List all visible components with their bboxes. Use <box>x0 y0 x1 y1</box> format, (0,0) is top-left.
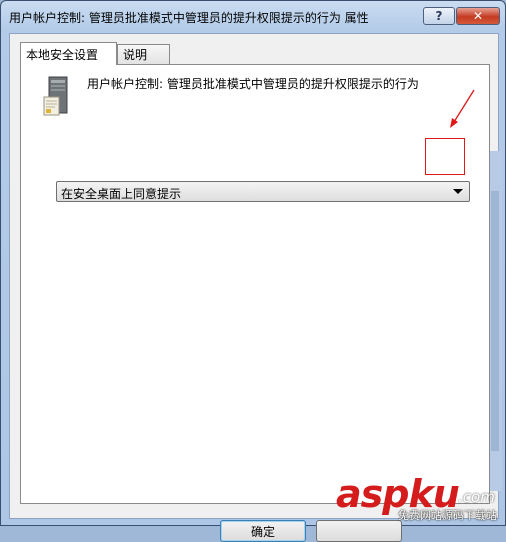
prompt-behavior-select[interactable]: 在安全桌面上同意提示 <box>56 181 470 202</box>
help-icon: ? <box>435 9 443 23</box>
tab-panel: 用户帐户控制: 管理员批准模式中管理员的提升权限提示的行为 在安全桌面上同意提示 <box>20 64 490 504</box>
watermark-com-text: .com <box>458 488 495 506</box>
dialog-client-area: 本地安全设置 说明 用户帐户控制: 管理员批准模式中管理员的提升权限提示的行为 … <box>9 33 499 542</box>
tab-label: 本地安全设置 <box>26 47 99 62</box>
tab-explain[interactable]: 说明 <box>117 44 170 64</box>
annotation-arrow-icon <box>450 89 475 128</box>
select-value: 在安全桌面上同意提示 <box>61 187 182 201</box>
ok-button-label: 确定 <box>250 524 275 539</box>
dialog-window: 用户帐户控制: 管理员批准模式中管理员的提升权限提示的行为 属性 ? ✕ 本地安… <box>0 0 506 542</box>
tab-local-security-setting[interactable]: 本地安全设置 <box>20 42 117 65</box>
help-button[interactable]: ? <box>423 7 455 25</box>
dropdown-arrow-icon[interactable] <box>453 189 463 194</box>
window-title: 用户帐户控制: 管理员批准模式中管理员的提升权限提示的行为 属性 <box>9 11 369 25</box>
ok-button[interactable]: 确定 <box>220 520 306 542</box>
watermark-sub-text: 免费网站源码下载站 <box>398 509 497 522</box>
watermark-logo: aspku .com 免费网站源码下载站 <box>336 474 506 526</box>
close-icon: ✕ <box>472 9 484 23</box>
close-button[interactable]: ✕ <box>456 7 500 25</box>
annotation-highlight-box <box>425 138 465 175</box>
policy-computer-icon <box>43 76 68 116</box>
side-edge-strip <box>488 151 502 491</box>
tab-label: 说明 <box>123 48 148 62</box>
policy-description: 用户帐户控制: 管理员批准模式中管理员的提升权限提示的行为 <box>87 77 419 91</box>
